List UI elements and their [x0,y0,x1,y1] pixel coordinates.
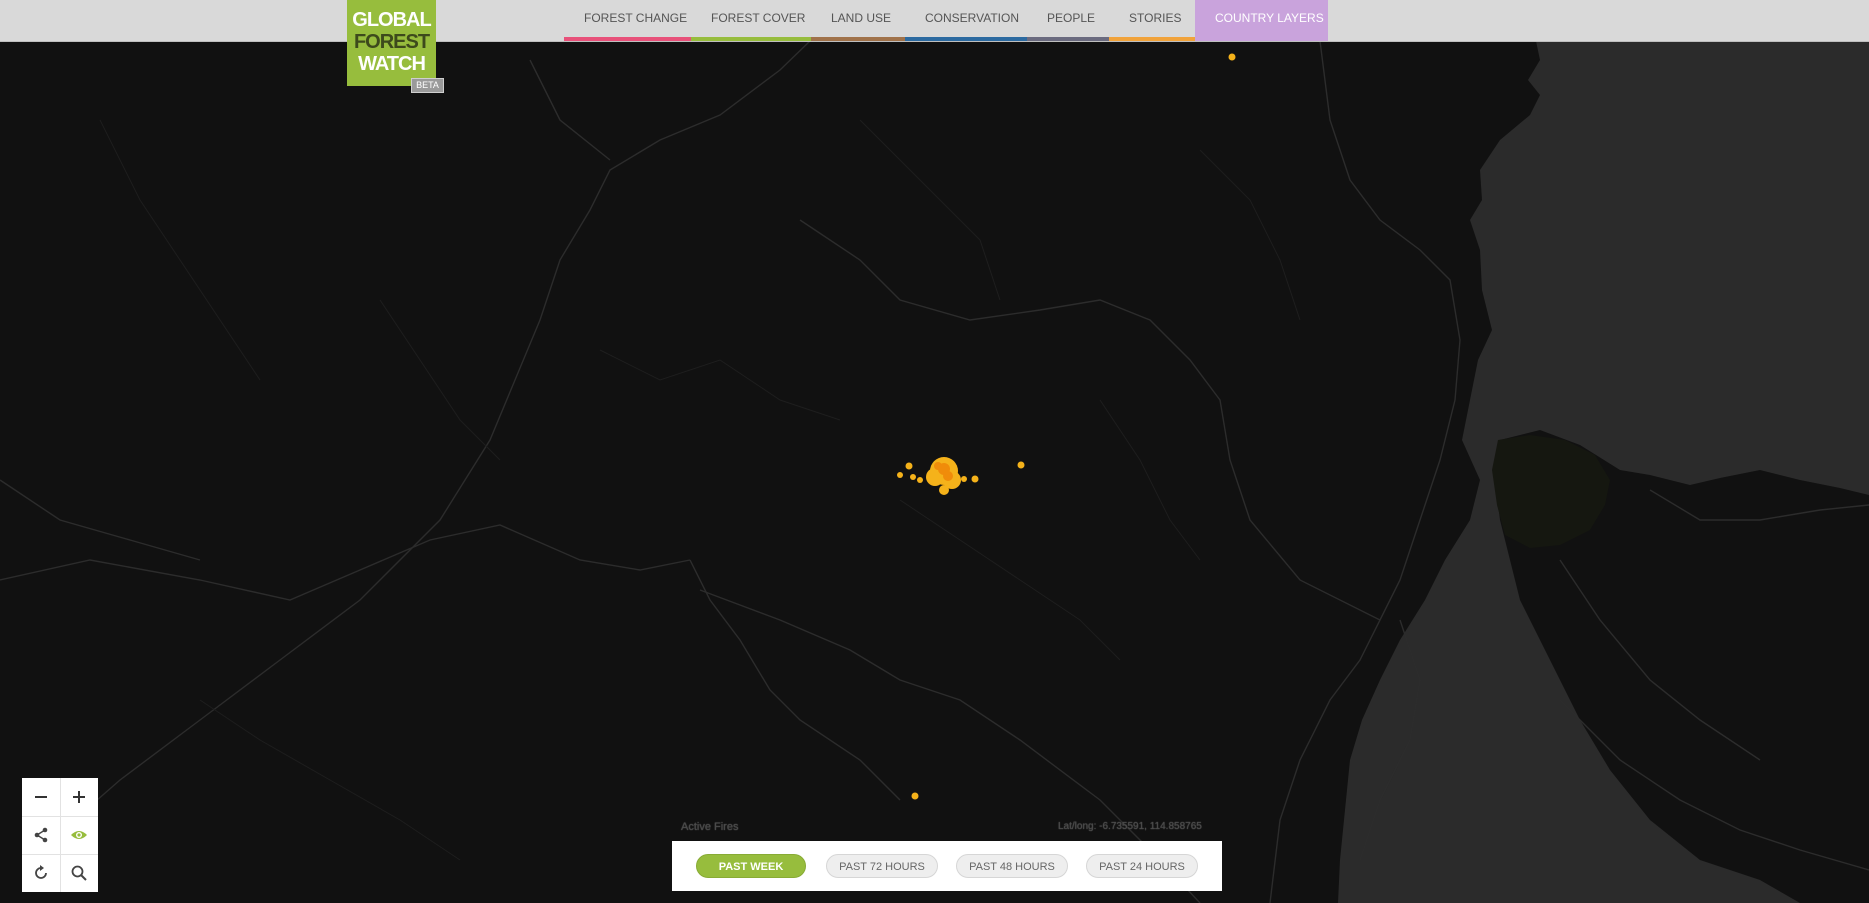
global-forest-watch-logo[interactable]: GLOBAL FOREST WATCH [347,0,436,86]
nav-country-layers[interactable]: COUNTRY LAYERS [1195,0,1328,41]
beta-badge: BETA [411,78,444,93]
main-nav: FOREST CHANGE FOREST COVER LAND USE CONS… [564,0,1328,41]
nav-land-use-label: LAND USE [831,11,892,25]
nav-land-use-bar [811,37,905,41]
nav-stories-bar [1109,37,1195,41]
nav-forest-change[interactable]: FOREST CHANGE [564,0,691,41]
nav-forest-cover-label: FOREST COVER [711,11,806,25]
nav-people-label: PEOPLE [1047,11,1096,25]
nav-conservation-bar [905,37,1027,41]
nav-country-layers-bar [1195,37,1328,41]
nav-land-use[interactable]: LAND USE [811,0,905,41]
layer-legend-title: Active Fires [681,821,739,833]
fire-point [911,792,919,800]
refresh-icon [35,865,47,879]
fire-point [1017,461,1025,469]
nav-conservation[interactable]: CONSERVATION [905,0,1027,41]
toggle-view-button[interactable] [60,816,98,854]
search-icon [71,865,87,881]
time-filter-past-48-hours[interactable]: PAST 48 HOURS [956,854,1068,878]
nav-conservation-label: CONSERVATION [925,11,1020,25]
time-filter-past-72-hours[interactable]: PAST 72 HOURS [826,854,938,878]
fire-point [1228,53,1236,61]
nav-forest-cover-bar [691,37,811,41]
eye-icon [71,831,87,839]
share-button[interactable] [22,816,60,854]
minus-icon [35,796,47,798]
plus-icon [73,791,85,803]
zoom-out-button[interactable] [22,778,60,816]
search-button[interactable] [60,854,98,892]
time-filter-past-week[interactable]: PAST WEEK [696,854,806,878]
logo-line-1: GLOBAL [352,9,431,31]
logo-line-2: FOREST [353,31,430,53]
nav-forest-cover[interactable]: FOREST COVER [691,0,811,41]
zoom-in-button[interactable] [60,778,98,816]
reset-button[interactable] [22,854,60,892]
logo-line-3: WATCH [358,53,426,75]
nav-people-bar [1027,37,1109,41]
time-filter-panel: PAST WEEK PAST 72 HOURS PAST 48 HOURS PA… [672,841,1222,891]
share-icon [34,827,48,843]
nav-stories[interactable]: STORIES [1109,0,1195,41]
map-canvas[interactable] [0,0,1869,903]
map-controls [22,778,98,892]
coordinates-readout: Lat/long: -6.735591, 114.858765 [1058,821,1202,832]
nav-country-layers-label: COUNTRY LAYERS [1215,11,1324,25]
nav-stories-label: STORIES [1129,11,1182,25]
time-filter-past-24-hours[interactable]: PAST 24 HOURS [1086,854,1198,878]
nav-people[interactable]: PEOPLE [1027,0,1109,41]
nav-forest-change-label: FOREST CHANGE [584,11,688,25]
nav-forest-change-bar [564,37,691,41]
